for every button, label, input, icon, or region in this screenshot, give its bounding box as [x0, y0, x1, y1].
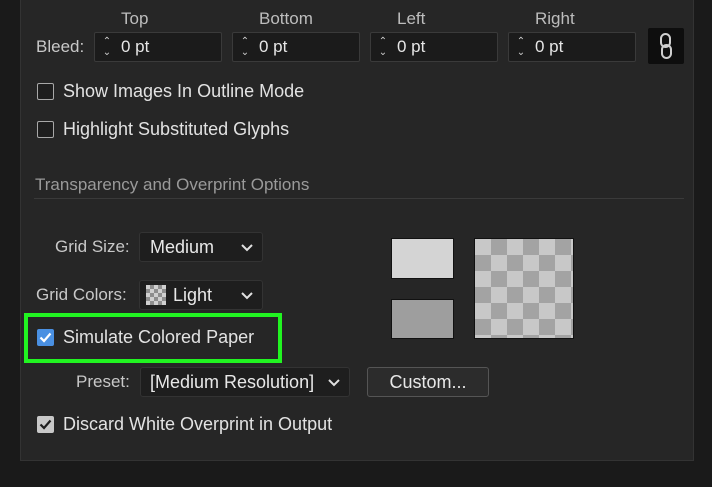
chain-link-icon[interactable]	[648, 28, 684, 64]
chevron-down-icon	[328, 379, 340, 387]
bleed-label: Bleed:	[36, 37, 85, 56]
bleed-right-value: 0 pt	[535, 37, 564, 56]
grid-colors-label: Grid Colors:	[36, 285, 127, 304]
checker-swatch-icon	[146, 285, 166, 305]
bleed-bottom-value: 0 pt	[259, 37, 288, 56]
highlight-glyphs-checkbox[interactable]	[37, 121, 54, 138]
bleed-bottom-field[interactable]: ⌃ ⌄ 0 pt	[232, 32, 360, 62]
stepper-icon[interactable]: ⌃ ⌄	[95, 33, 119, 61]
bleed-bottom-header: Bottom	[259, 9, 313, 28]
stepper-icon[interactable]: ⌃ ⌄	[233, 33, 257, 61]
preset-value: [Medium Resolution]	[150, 372, 315, 392]
checkmark-icon	[39, 419, 52, 430]
grid-size-label: Grid Size:	[55, 237, 130, 256]
checkmark-icon	[39, 332, 52, 343]
custom-button[interactable]: Custom...	[367, 367, 489, 397]
stepper-icon[interactable]: ⌃ ⌄	[509, 33, 533, 61]
stepper-icon[interactable]: ⌃ ⌄	[371, 33, 395, 61]
preset-label: Preset:	[76, 372, 130, 391]
discard-white-label: Discard White Overprint in Output	[63, 414, 333, 434]
bleed-left-field[interactable]: ⌃ ⌄ 0 pt	[370, 32, 498, 62]
bleed-top-header: Top	[121, 9, 149, 28]
chevron-down-icon	[241, 292, 253, 300]
transparency-section-title: Transparency and Overprint Options	[35, 175, 310, 194]
light-color-swatch[interactable]	[391, 238, 454, 279]
transparency-grid-preview	[474, 238, 574, 339]
bleed-right-header: Right	[535, 9, 575, 28]
discard-white-checkbox[interactable]	[37, 416, 54, 433]
section-divider	[34, 198, 684, 199]
highlight-glyphs-label: Highlight Substituted Glyphs	[63, 119, 290, 139]
chevron-down-icon	[241, 244, 253, 252]
show-images-outline-checkbox[interactable]	[37, 83, 54, 100]
show-images-outline-label: Show Images In Outline Mode	[63, 81, 305, 101]
bleed-left-value: 0 pt	[397, 37, 426, 56]
dark-color-swatch[interactable]	[391, 299, 454, 339]
simulate-paper-label: Simulate Colored Paper	[63, 327, 255, 347]
bleed-top-field[interactable]: ⌃ ⌄ 0 pt	[94, 32, 222, 62]
grid-colors-select[interactable]: Light	[139, 280, 263, 310]
bleed-right-field[interactable]: ⌃ ⌄ 0 pt	[508, 32, 636, 62]
grid-colors-value: Light	[173, 285, 213, 305]
grid-size-value: Medium	[150, 237, 215, 257]
bleed-top-value: 0 pt	[121, 37, 150, 56]
preset-select[interactable]: [Medium Resolution]	[140, 367, 350, 397]
grid-size-select[interactable]: Medium	[139, 232, 263, 262]
bleed-left-header: Left	[397, 9, 426, 28]
simulate-paper-checkbox[interactable]	[37, 329, 54, 346]
